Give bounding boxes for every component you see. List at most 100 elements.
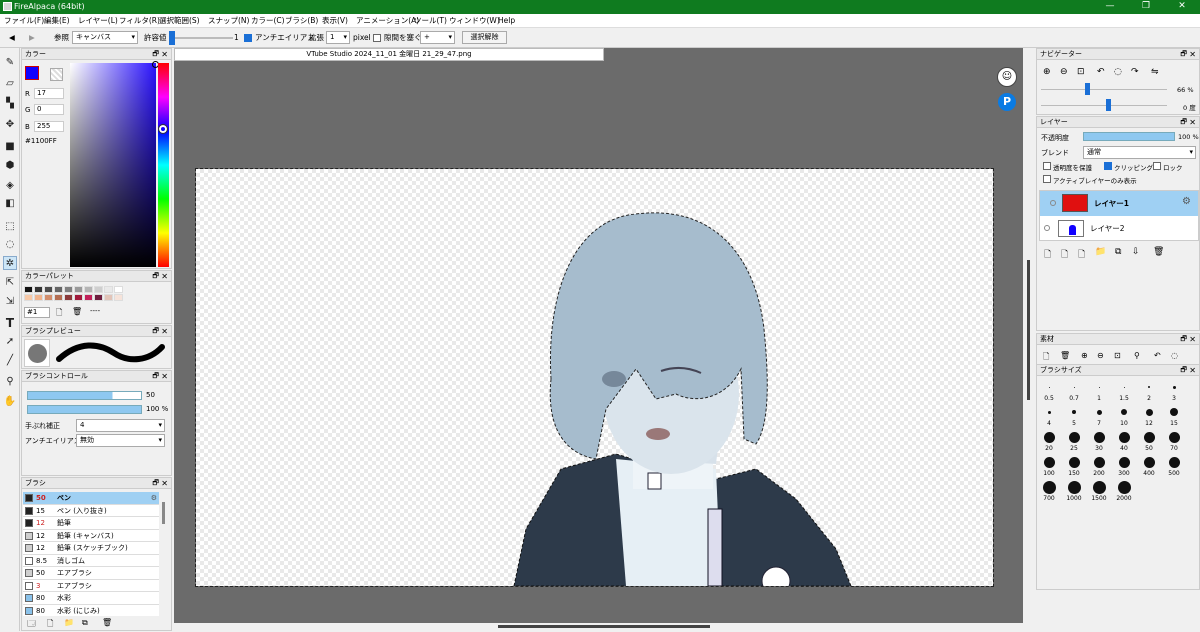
layer-row-1[interactable]: レイヤー1 ⚙ xyxy=(1040,191,1198,216)
palette-swatch[interactable] xyxy=(54,286,63,293)
text-tool-icon[interactable]: T xyxy=(3,316,17,330)
gap-close-checkbox[interactable] xyxy=(373,34,381,42)
brush-size-dot[interactable] xyxy=(1172,385,1176,389)
brush-size-dot[interactable] xyxy=(1148,386,1150,388)
brush-size-dot[interactable] xyxy=(1096,409,1102,415)
menu-color[interactable]: カラー(C) xyxy=(251,15,285,27)
menu-layer[interactable]: レイヤー(L) xyxy=(78,15,118,27)
tolerance-slider-thumb[interactable] xyxy=(169,31,175,45)
saturation-value-picker[interactable] xyxy=(70,63,156,267)
move-tool-icon[interactable]: ✥ xyxy=(3,118,17,132)
brush-item[interactable]: 8.5 消しゴム xyxy=(23,554,159,567)
menu-brush[interactable]: ブラシ(B) xyxy=(285,15,318,27)
palette-swatch[interactable] xyxy=(64,294,73,301)
stabilizer-select[interactable]: 4 xyxy=(76,419,165,432)
brush-size-dot[interactable] xyxy=(1098,386,1100,388)
hand-tool-icon[interactable]: ✋ xyxy=(3,395,17,409)
brush-size-dot[interactable] xyxy=(1118,456,1130,468)
brush-size-dot[interactable] xyxy=(1092,480,1106,494)
pin-icon[interactable]: 🗗 xyxy=(152,271,159,282)
palette-swatch[interactable] xyxy=(64,286,73,293)
menu-file[interactable]: ファイル(F) xyxy=(4,15,44,27)
merge-down-icon[interactable]: ⇩ xyxy=(1132,247,1140,257)
layer-opacity-slider[interactable] xyxy=(1083,132,1175,141)
protect-alpha-checkbox[interactable] xyxy=(1043,162,1051,170)
zoom-in-icon[interactable]: ⊕ xyxy=(1043,67,1051,77)
delete-layer-icon[interactable]: 🗑 xyxy=(1153,247,1164,257)
close-icon[interactable]: ✕ xyxy=(1189,49,1196,60)
zoom-slider[interactable] xyxy=(1041,89,1167,90)
brush-size-slider[interactable] xyxy=(27,391,142,400)
eyedropper-tool-icon[interactable]: ⚲ xyxy=(3,375,17,389)
expand-select[interactable]: 1 xyxy=(326,31,350,44)
select-eraser-tool-icon[interactable]: ⇲ xyxy=(3,295,17,309)
brush-size-dot[interactable] xyxy=(1143,431,1155,443)
canvas-horizontal-scrollbar[interactable] xyxy=(498,625,710,628)
brush-size-dot[interactable] xyxy=(1168,456,1180,468)
layer-settings-gear-icon[interactable]: ⚙ xyxy=(1182,196,1191,207)
close-icon[interactable]: ✕ xyxy=(161,371,168,382)
gradient-tool-icon[interactable]: ◧ xyxy=(3,197,17,211)
material-rotate-reset-icon[interactable]: ◌ xyxy=(1171,351,1178,360)
close-button[interactable]: ✕ xyxy=(1164,0,1200,14)
lasso-tool-icon[interactable]: ◌ xyxy=(3,238,17,252)
brush-size-dot[interactable] xyxy=(1042,480,1056,494)
flip-icon[interactable]: ⇋ xyxy=(1151,67,1159,77)
zoom-out-icon[interactable]: ⊖ xyxy=(1060,67,1068,77)
pin-icon[interactable]: 🗗 xyxy=(152,371,159,382)
lock-checkbox[interactable] xyxy=(1153,162,1161,170)
material-new-icon[interactable]: 🗋 xyxy=(1043,351,1049,365)
brush-settings-gear-icon[interactable]: ⚙ xyxy=(151,492,157,504)
maximize-button[interactable]: ❐ xyxy=(1128,0,1164,14)
select-tool-icon[interactable]: ⬚ xyxy=(3,220,17,234)
minimize-button[interactable]: — xyxy=(1092,0,1128,14)
mascot-icon[interactable]: ☺ xyxy=(997,67,1017,87)
menu-animation[interactable]: アニメーション(A) xyxy=(356,15,419,27)
brush-tool-icon[interactable]: ✎ xyxy=(3,56,17,70)
palette-swatch[interactable] xyxy=(114,294,123,301)
menu-selection[interactable]: 選択範囲(S) xyxy=(159,15,200,27)
duplicate-layer-icon[interactable]: ⧉ xyxy=(1115,247,1121,257)
brush-size-dot[interactable] xyxy=(1068,456,1080,468)
menu-edit[interactable]: 編集(E) xyxy=(44,15,70,27)
delete-palette-icon[interactable]: 🗑 xyxy=(72,307,82,316)
eraser-tool-icon[interactable]: ▱ xyxy=(3,77,17,91)
brush-size-dot[interactable] xyxy=(1043,456,1055,468)
brush-item[interactable]: 80 水彩 (にじみ) xyxy=(23,604,159,616)
material-delete-icon[interactable]: 🗑 xyxy=(1060,351,1070,360)
clipping-checkbox[interactable] xyxy=(1104,162,1112,170)
menu-window[interactable]: ウィンドウ(W) xyxy=(449,15,500,27)
pin-icon[interactable]: 🗗 xyxy=(1180,117,1187,128)
close-icon[interactable]: ✕ xyxy=(161,326,168,337)
brush-item[interactable]: 12 鉛筆 (キャンバス) xyxy=(23,529,159,542)
material-zoom-in-icon[interactable]: ⊕ xyxy=(1081,351,1088,360)
close-icon[interactable]: ✕ xyxy=(1189,365,1196,376)
palette-swatch[interactable] xyxy=(84,286,93,293)
foreground-color-swatch[interactable] xyxy=(25,66,39,80)
zoom-slider-thumb[interactable] xyxy=(1085,83,1090,95)
palette-swatch[interactable] xyxy=(104,286,113,293)
palette-swatch[interactable] xyxy=(114,286,123,293)
blend-select[interactable]: 通常 xyxy=(1083,146,1196,159)
antialias-checkbox[interactable] xyxy=(244,34,252,42)
dot-tool-icon[interactable]: ▚ xyxy=(3,97,17,111)
brush-item[interactable]: 50 ペン ⚙ xyxy=(23,492,159,505)
brush-size-dot[interactable] xyxy=(1072,410,1076,414)
bucket-tool-icon[interactable]: ◈ xyxy=(3,179,17,193)
rotate-reset-icon[interactable]: ◌ xyxy=(1114,67,1122,77)
palette-swatch[interactable] xyxy=(34,294,43,301)
rotation-slider-thumb[interactable] xyxy=(1106,99,1111,111)
palette-swatch[interactable] xyxy=(34,286,43,293)
select-pen-tool-icon[interactable]: ⇱ xyxy=(3,276,17,290)
pin-icon[interactable]: 🗗 xyxy=(1180,334,1187,345)
new-layer-icon[interactable]: 🗋 xyxy=(1044,247,1051,263)
brush-size-dot[interactable] xyxy=(1143,456,1155,468)
menu-view[interactable]: 表示(V) xyxy=(322,15,348,27)
gap-close-select[interactable]: + xyxy=(420,31,455,44)
rotate-right-icon[interactable]: ↷ xyxy=(1131,67,1139,77)
brush-size-dot[interactable] xyxy=(1093,431,1105,443)
b-input[interactable]: 255 xyxy=(34,121,64,132)
palette-swatch[interactable] xyxy=(24,286,33,293)
new-1bit-layer-icon[interactable]: 🗋 xyxy=(1078,247,1085,263)
brush-opacity-slider[interactable] xyxy=(27,405,142,414)
